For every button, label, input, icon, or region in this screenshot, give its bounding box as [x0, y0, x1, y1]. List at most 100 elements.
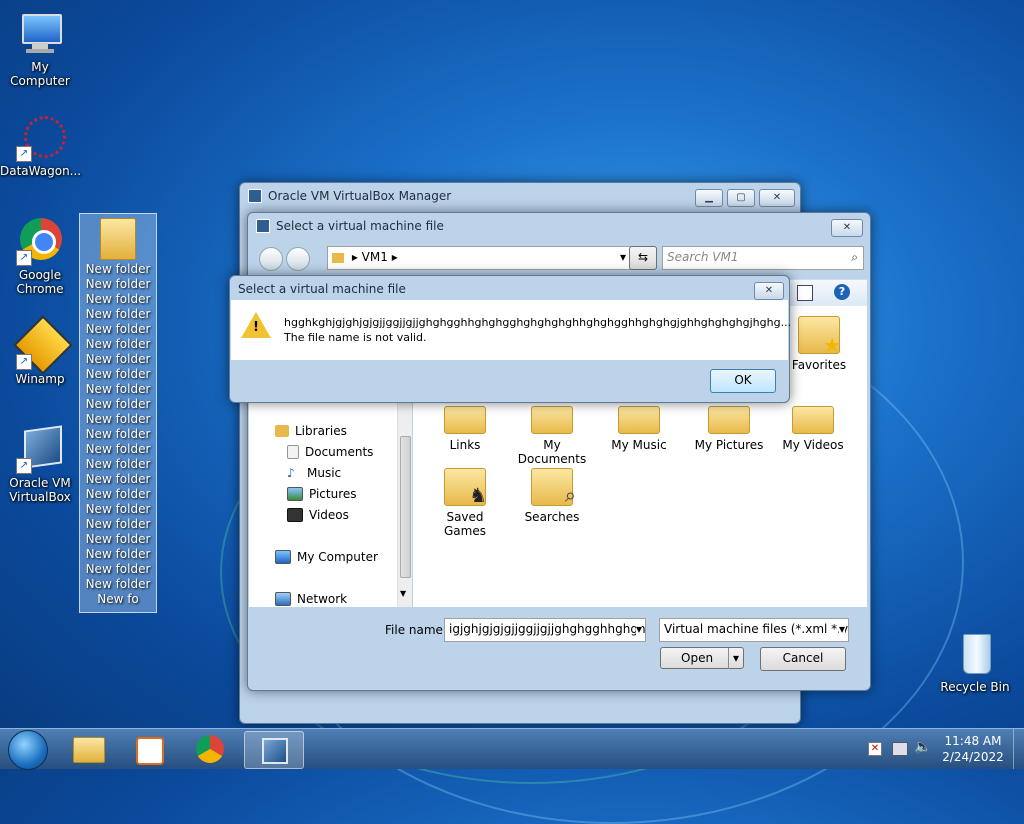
computer-icon [16, 10, 64, 58]
search-placeholder: Search VM1 [667, 250, 739, 264]
virtualbox-icon [256, 219, 270, 233]
forward-button[interactable] [286, 247, 310, 271]
preview-pane-icon[interactable] [797, 285, 813, 301]
music-icon [618, 406, 660, 434]
warning-icon-mark: ! [253, 320, 259, 335]
address-bar[interactable]: ▸ VM1 ▸ ▾ [327, 246, 631, 270]
error-dialog[interactable]: Select a virtual machine file ✕ ! hgghkg… [229, 275, 791, 403]
folder-my-pictures[interactable]: My Pictures [689, 396, 769, 452]
search-icon: ⌕ [851, 250, 858, 264]
desktop-icon-my-computer[interactable]: My Computer [0, 10, 80, 88]
folder-label: My Music [611, 438, 667, 452]
winamp-icon: ↗ [13, 315, 73, 375]
desktop-icon-recycle-bin[interactable]: Recycle Bin [935, 630, 1015, 694]
file-type-select[interactable]: Virtual machine files (*.xml *.vb ▾ [659, 618, 849, 642]
shortcut-arrow-icon: ↗ [16, 354, 32, 370]
computer-icon [275, 550, 291, 564]
tray-action-center-icon[interactable]: ✕ [868, 742, 882, 756]
desktop-folder-selected[interactable]: New folderNew folderNew folderNew folder… [79, 213, 157, 613]
documents-icon [531, 406, 573, 434]
folder-saved-games[interactable]: ♞ Saved Games [425, 468, 505, 538]
taskbar: ✕ 🔈 11:48 AM 2/24/2022 [0, 728, 1024, 770]
folder-label: Searches [524, 510, 580, 524]
folder-icon [332, 252, 344, 263]
open-button[interactable]: Open ▾ [660, 647, 744, 669]
desktop-icon-virtualbox[interactable]: ↗ Oracle VM VirtualBox [0, 425, 80, 504]
music-icon: ♪ [287, 466, 295, 480]
split-dropdown-icon[interactable]: ▾ [728, 648, 743, 669]
tray-network-icon[interactable] [892, 742, 908, 756]
close-button[interactable]: ✕ [754, 282, 784, 300]
cancel-button[interactable]: Cancel [760, 647, 846, 671]
virtualbox-icon: ↗ [16, 425, 64, 474]
videos-icon [792, 406, 834, 434]
file-name-label: File name: [385, 623, 447, 637]
refresh-button[interactable]: ⇆ [629, 246, 657, 270]
ok-button[interactable]: OK [710, 369, 776, 393]
folder-my-videos[interactable]: My Videos [773, 396, 853, 452]
error-dialog-titlebar[interactable]: Select a virtual machine file [230, 276, 789, 302]
ok-label: OK [734, 373, 752, 387]
folder-label: My Documents [517, 438, 587, 466]
search-input[interactable]: Search VM1 ⌕ [662, 246, 864, 270]
folder-label: Favorites [791, 358, 847, 372]
folder-label: Saved Games [444, 510, 486, 538]
nav-pictures[interactable]: Pictures [287, 487, 357, 501]
nav-label: Pictures [309, 487, 357, 501]
file-dialog-titlebar[interactable]: Select a virtual machine file [248, 213, 870, 239]
links-icon [444, 406, 486, 434]
taskbar-explorer[interactable] [60, 731, 118, 767]
folder-searches[interactable]: ⌕ Searches [512, 468, 592, 524]
nav-libraries[interactable]: Libraries [275, 424, 347, 438]
nav-documents[interactable]: Documents [287, 445, 373, 459]
chevron-down-icon[interactable]: ▾ [635, 619, 642, 640]
nav-label: Music [307, 466, 342, 480]
desktop-icon-google-chrome[interactable]: ↗ Google Chrome [0, 218, 80, 296]
back-button[interactable] [259, 247, 283, 271]
desktop-folder-label: New folderNew folderNew folderNew folder… [85, 262, 151, 606]
manager-title: Oracle VM VirtualBox Manager [268, 189, 452, 203]
nav-my-computer[interactable]: My Computer [275, 550, 378, 564]
virtualbox-icon [248, 189, 262, 203]
nav-label: My Computer [297, 550, 378, 564]
close-button[interactable]: ✕ [831, 219, 863, 237]
nav-music[interactable]: ♪ Music [287, 466, 341, 480]
nav-label: Libraries [295, 424, 347, 438]
chevron-down-icon[interactable]: ▾ [620, 247, 626, 268]
taskbar-virtualbox[interactable] [244, 731, 304, 769]
virtualbox-icon [262, 738, 288, 764]
shortcut-arrow-icon: ↗ [16, 458, 32, 474]
breadcrumb-arrow-icon: ▸ [351, 250, 362, 264]
nav-label: Videos [309, 508, 349, 522]
media-player-icon [136, 737, 164, 765]
breadcrumb-vm1[interactable]: VM1 [362, 250, 388, 264]
folder-icon [100, 218, 136, 260]
help-icon[interactable]: ? [834, 284, 850, 300]
minimize-button[interactable]: ▁ [695, 189, 723, 207]
chevron-down-icon[interactable]: ▾ [838, 619, 845, 640]
taskbar-media-player[interactable] [120, 731, 178, 767]
folder-my-music[interactable]: My Music [599, 396, 679, 452]
file-name-input[interactable]: igjghjgjgjgjjggjjgjjghghgghhghgh ▾ [444, 618, 646, 642]
nav-videos[interactable]: Videos [287, 508, 349, 522]
scroll-down-icon[interactable]: ▼ [400, 589, 406, 598]
error-dialog-title: Select a virtual machine file [238, 282, 406, 296]
start-button[interactable] [8, 730, 48, 770]
show-desktop-button[interactable] [1013, 729, 1024, 769]
recycle-bin-icon [951, 630, 999, 678]
tray-volume-icon[interactable]: 🔈 [914, 739, 931, 755]
desktop-icon-winamp[interactable]: ↗ Winamp [0, 315, 80, 386]
scrollbar-thumb[interactable] [400, 436, 411, 578]
desktop-icon-label: My Computer [10, 60, 70, 88]
close-button[interactable]: ✕ [759, 189, 795, 207]
pictures-icon [287, 487, 303, 501]
clock-time[interactable]: 11:48 AM [942, 734, 1004, 748]
folder-links[interactable]: Links [425, 396, 505, 452]
taskbar-chrome[interactable] [182, 731, 240, 767]
maximize-button[interactable]: ▢ [727, 189, 755, 207]
desktop-icon-datawagon[interactable]: ↗ DataWagon... [0, 114, 81, 178]
nav-network[interactable]: Network [275, 592, 347, 606]
clock-date[interactable]: 2/24/2022 [942, 750, 1004, 764]
desktop-icon-label: Recycle Bin [940, 680, 1010, 694]
folder-my-documents[interactable]: My Documents [512, 396, 592, 466]
